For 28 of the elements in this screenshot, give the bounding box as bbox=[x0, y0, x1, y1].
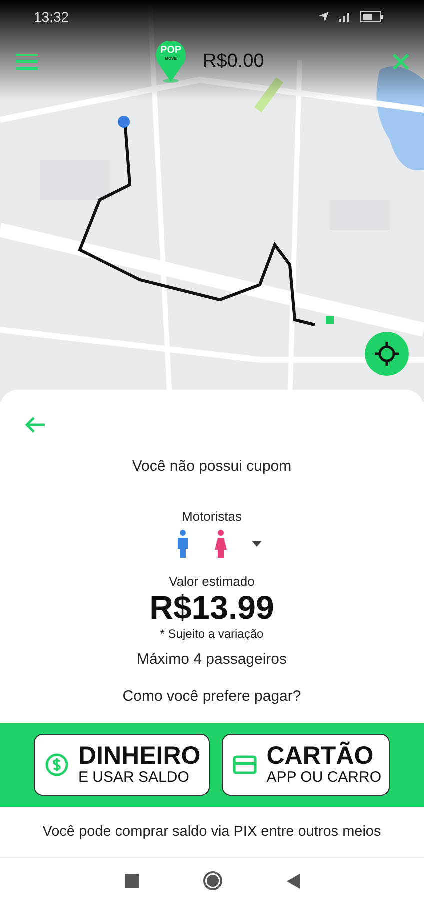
back-arrow-icon bbox=[24, 416, 46, 434]
recent-apps-button[interactable] bbox=[124, 874, 138, 888]
triangle-icon bbox=[286, 874, 300, 888]
balance-amount: R$0.00 bbox=[203, 51, 264, 73]
dropdown-caret-icon[interactable] bbox=[252, 541, 262, 547]
home-button[interactable] bbox=[202, 871, 222, 891]
male-driver-icon[interactable] bbox=[176, 530, 190, 558]
dollar-coin-icon bbox=[44, 753, 68, 777]
estimated-price: R$13.99 bbox=[150, 589, 274, 627]
payment-option-button[interactable]: DINHEIRO E USAR SALDO bbox=[34, 734, 210, 796]
passenger-capacity: Máximo 4 passageiros bbox=[136, 651, 288, 668]
battery-icon bbox=[360, 11, 384, 23]
payment-question: Como você prefere pagar? bbox=[122, 688, 302, 705]
signal-icon bbox=[338, 11, 352, 23]
price-note: * Sujeito a variação bbox=[160, 627, 264, 641]
circle-icon bbox=[202, 871, 222, 891]
square-icon bbox=[124, 874, 138, 888]
status-time: 13:32 bbox=[34, 9, 70, 25]
estimate-label: Valor estimado bbox=[169, 574, 255, 589]
back-nav-button[interactable] bbox=[286, 874, 300, 888]
drivers-label: Motoristas bbox=[182, 509, 242, 524]
location-arrow-icon bbox=[318, 11, 330, 23]
payment-option-button[interactable]: CARTÃO APP OU CARRO bbox=[222, 734, 390, 796]
footer-note: Você pode comprar saldo via PIX entre outros meios bbox=[42, 824, 382, 840]
credit-card-icon bbox=[232, 755, 257, 775]
coupon-message: Você não possui cupom bbox=[132, 458, 292, 475]
female-driver-icon[interactable] bbox=[214, 530, 228, 558]
crosshair-icon bbox=[374, 341, 400, 367]
